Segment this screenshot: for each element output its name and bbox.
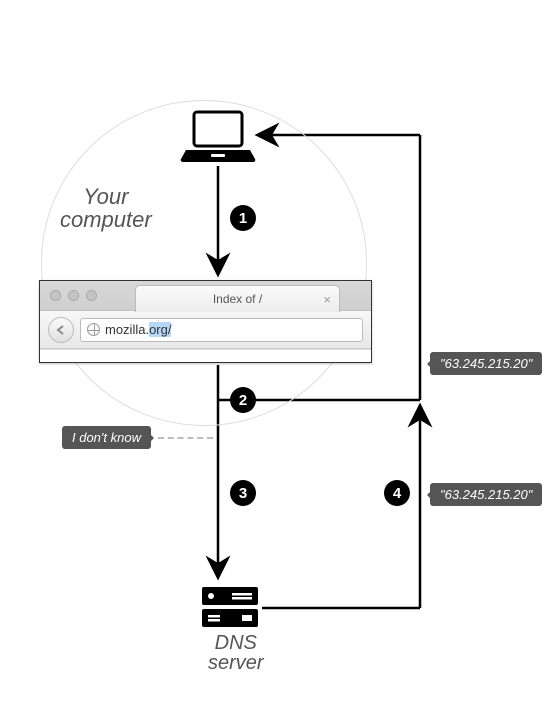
your-computer-label: Your computer <box>60 185 152 231</box>
dns-server-label-line1: DNS <box>208 633 264 653</box>
tab-close-icon[interactable]: × <box>323 292 331 307</box>
your-computer-label-line1: Your <box>60 185 152 208</box>
ip-bubble-bottom: "63.245.215.20" <box>430 483 542 506</box>
browser-tab[interactable]: Index of / × <box>135 285 340 312</box>
dashed-connector <box>158 437 213 439</box>
your-computer-label-line2: computer <box>60 208 152 231</box>
step-3-badge: 3 <box>230 480 256 506</box>
browser-content-strip <box>40 349 371 362</box>
dont-know-bubble: I don't know <box>62 426 151 449</box>
dns-server-label: DNS server <box>208 633 264 673</box>
laptop-icon <box>180 110 256 169</box>
window-controls[interactable] <box>50 290 97 301</box>
address-bar[interactable]: mozilla.org/ <box>80 318 363 342</box>
url-domain-text: mozilla. <box>105 322 149 337</box>
browser-window: Index of / × mozilla.org/ <box>39 280 372 363</box>
tab-title: Index of / <box>213 292 262 306</box>
step-2-badge: 2 <box>230 387 256 413</box>
browser-tab-bar: Index of / × <box>40 281 371 311</box>
step-1-badge: 1 <box>230 205 256 231</box>
globe-icon <box>87 323 100 336</box>
zoom-window-icon[interactable] <box>86 290 97 301</box>
close-window-icon[interactable] <box>50 290 61 301</box>
minimize-window-icon[interactable] <box>68 290 79 301</box>
server-icon <box>200 583 260 636</box>
dns-server-label-line2: server <box>208 653 264 673</box>
step-4-badge: 4 <box>384 480 410 506</box>
url-selected-text: org/ <box>149 322 171 337</box>
ip-bubble-top: "63.245.215.20" <box>430 352 542 375</box>
browser-toolbar: mozilla.org/ <box>40 311 371 349</box>
back-button[interactable] <box>48 317 74 343</box>
